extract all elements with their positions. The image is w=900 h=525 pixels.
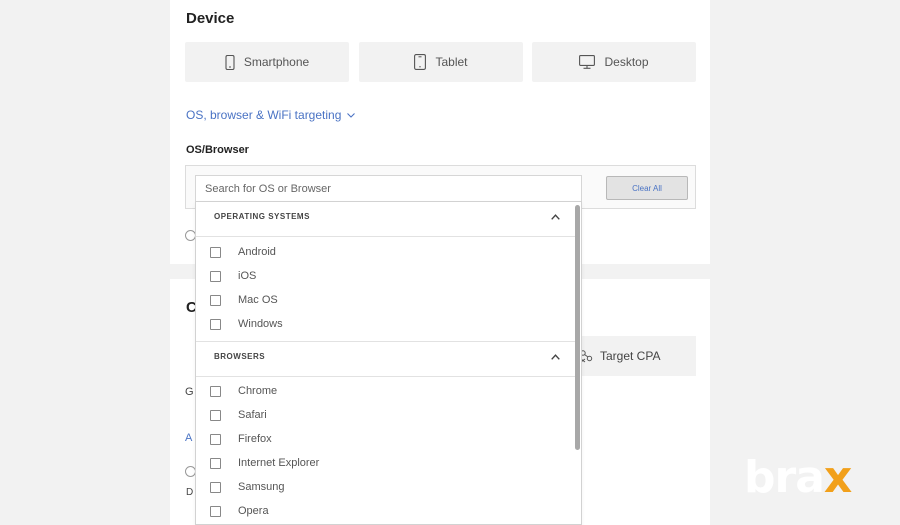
os-browser-wifi-targeting-link[interactable]: OS, browser & WiFi targeting xyxy=(186,108,356,122)
option-ios[interactable]: iOS xyxy=(210,267,550,285)
checkbox[interactable] xyxy=(210,270,221,282)
option-internet-explorer[interactable]: Internet Explorer xyxy=(210,454,550,472)
option-safari[interactable]: Safari xyxy=(210,406,550,424)
option-label: Opera xyxy=(238,505,269,517)
option-label: Internet Explorer xyxy=(238,457,320,469)
partial-link-a[interactable]: A xyxy=(185,432,192,444)
option-chrome[interactable]: Chrome xyxy=(210,382,550,400)
target-cpa-button[interactable]: Target CPA xyxy=(565,336,696,376)
logo-accent: x xyxy=(823,452,852,503)
partial-label-g: G xyxy=(185,386,194,398)
dropdown-scrollbar-thumb[interactable] xyxy=(575,205,580,450)
clear-all-button[interactable]: Clear All xyxy=(606,176,688,200)
option-mac-os[interactable]: Mac OS xyxy=(210,291,550,309)
desktop-icon xyxy=(579,55,596,69)
chevron-down-icon xyxy=(347,112,356,118)
tablet-icon xyxy=(414,54,427,70)
checkbox[interactable] xyxy=(210,457,221,469)
desktop-label: Desktop xyxy=(604,55,649,69)
checkbox[interactable] xyxy=(210,385,221,397)
tablet-label: Tablet xyxy=(435,55,468,69)
option-windows[interactable]: Windows xyxy=(210,315,550,333)
option-label: Android xyxy=(238,246,276,258)
option-label: Windows xyxy=(238,318,283,330)
partial-label-d: D xyxy=(186,487,194,498)
checkbox[interactable] xyxy=(210,481,221,493)
chevron-up-icon xyxy=(551,354,560,360)
checkbox[interactable] xyxy=(210,294,221,306)
targeting-link-label: OS, browser & WiFi targeting xyxy=(186,108,342,122)
checkbox[interactable] xyxy=(210,433,221,445)
logo-text: bra xyxy=(744,452,825,503)
option-label: iOS xyxy=(238,270,257,282)
option-label: Samsung xyxy=(238,481,285,493)
option-firefox[interactable]: Firefox xyxy=(210,430,550,448)
option-opera[interactable]: Opera xyxy=(210,502,550,520)
os-browser-dropdown[interactable]: OPERATING SYSTEMS Android iOS Mac OS Win… xyxy=(195,201,582,525)
option-samsung[interactable]: Samsung xyxy=(210,478,550,496)
os-browser-search-input[interactable] xyxy=(195,175,582,201)
desktop-button[interactable]: Desktop xyxy=(532,42,696,82)
option-android[interactable]: Android xyxy=(210,243,550,261)
brax-logo: bra x xyxy=(744,452,852,503)
smartphone-label: Smartphone xyxy=(243,55,310,69)
smartphone-icon xyxy=(225,54,235,70)
option-label: Safari xyxy=(238,409,267,421)
target-cpa-label: Target CPA xyxy=(600,349,661,363)
checkbox[interactable] xyxy=(210,318,221,330)
chevron-up-icon xyxy=(551,214,560,220)
operating-systems-header-label: OPERATING SYSTEMS xyxy=(214,212,310,221)
os-browser-label: OS/Browser xyxy=(186,144,249,156)
option-label: Chrome xyxy=(238,385,278,397)
browsers-header-label: BROWSERS xyxy=(214,352,266,361)
checkbox[interactable] xyxy=(210,505,221,517)
option-label: Firefox xyxy=(238,433,272,445)
checkbox[interactable] xyxy=(210,246,221,258)
smartphone-button[interactable]: Smartphone xyxy=(185,42,349,82)
browsers-group-header[interactable]: BROWSERS xyxy=(196,342,576,377)
tablet-button[interactable]: Tablet xyxy=(359,42,523,82)
checkbox[interactable] xyxy=(210,409,221,421)
device-section-title: Device xyxy=(186,10,235,27)
option-label: Mac OS xyxy=(238,294,278,306)
operating-systems-group-header[interactable]: OPERATING SYSTEMS xyxy=(196,202,576,237)
